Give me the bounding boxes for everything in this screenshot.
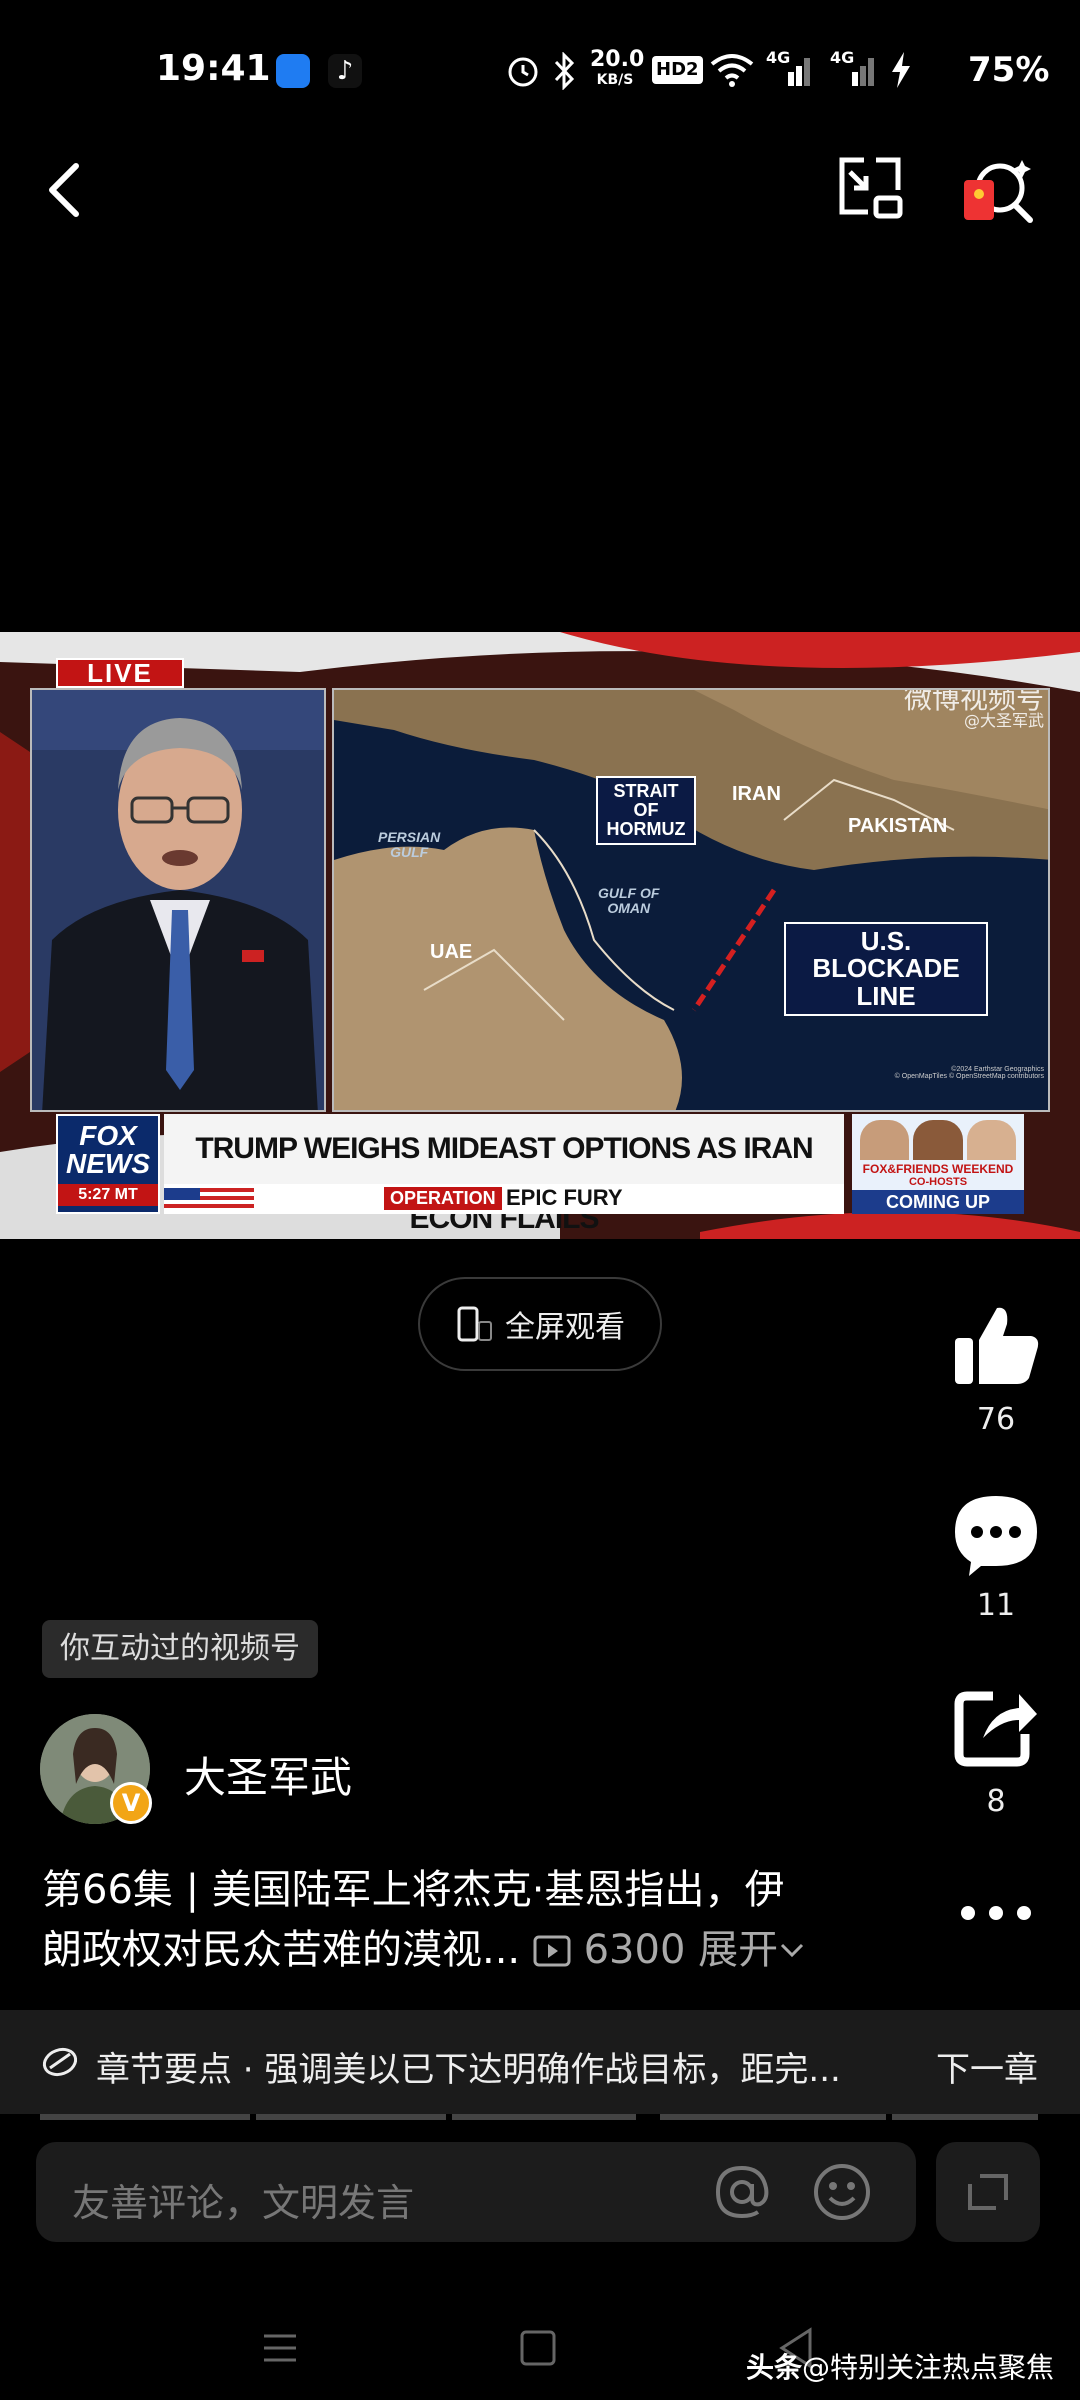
expand-icon [968,2174,1008,2210]
comment-bubble-icon [955,1496,1037,1576]
watermark-brand: 头条 [746,2351,803,2384]
persian-gulf-label: PERSIAN GULF [378,829,441,860]
verified-badge: V [110,1782,152,1824]
share-icon [954,1691,1037,1767]
top-nav [0,140,1080,240]
strait-of-hormuz-label: STRAIT OF HORMUZ [596,776,696,845]
battery-level: 75% [968,50,1050,90]
comment-button[interactable]: 11 [936,1492,1056,1623]
pakistan-label: PAKISTAN [848,815,948,837]
blockade-line-label: U.S. BLOCKADE LINE [784,922,988,1016]
home-icon[interactable] [518,2328,558,2368]
chapter-progress-5[interactable] [892,2114,1038,2120]
shield-app-icon [276,54,310,88]
anchor-figure [32,690,324,1110]
live-badge: LIVE [56,658,184,688]
chapter-bar[interactable]: 章节要点 · 强调美以已下达明确作战目标，距完... 下一章 [0,2010,1080,2114]
chapter-text: 章节要点 · 强调美以已下达明确作战目标，距完... [96,2050,841,2090]
share-button[interactable]: 8 [936,1688,1056,1819]
tiktok-app-icon: ♪ [328,54,362,88]
alarm-icon [508,57,538,87]
share-count: 8 [986,1784,1006,1819]
red-packet-search-icon[interactable] [960,154,1034,228]
play-count-icon [533,1935,571,1967]
mention-icon[interactable] [712,2162,772,2222]
anchor-panel [30,688,326,1112]
expand-button[interactable]: 展开 [698,1927,806,1973]
expand-comment-button[interactable] [936,2142,1040,2242]
chapter-progress-2[interactable] [256,2114,446,2120]
description-line-2: 朗政权对民众苦难的漠视... 6300 展开 [42,1920,832,1980]
chapter-key-points-icon [42,2047,78,2077]
signal-4g-icon-2: 4G [830,48,880,88]
operation-tag: OPERATION [384,1187,502,1210]
picture-in-picture-icon[interactable] [836,154,906,224]
back-icon[interactable] [40,160,90,220]
iran-label: IRAN [732,783,781,805]
status-bar: 19:41 ♪ 20.0 KB/S HD2 4G 4G 75% [0,0,1080,140]
wifi-icon [710,54,754,87]
video-player[interactable]: LIVE STRAIT OF HORMUZ IRAN PAKISTAN PERS… [0,632,1080,1239]
description-line-1: 第66集 | 美国陆军上将杰克·基恩指出，伊 [42,1867,785,1913]
map-terrain [334,690,1048,1110]
view-count: 6300 [583,1927,686,1973]
charging-icon [892,52,910,88]
menu-icon[interactable] [260,2328,300,2368]
chapter-progress-4[interactable] [660,2114,886,2120]
video-description[interactable]: 第66集 | 美国陆军上将杰克·基恩指出，伊 朗政权对民众苦难的漠视... 63… [42,1860,832,1980]
headline-text: TRUMP WEIGHS MIDEAST OPTIONS AS IRAN ECO… [164,1114,844,1235]
map-panel: STRAIT OF HORMUZ IRAN PAKISTAN PERSIAN G… [332,688,1050,1112]
promo-cta: COMING UP [852,1190,1024,1214]
fullscreen-button[interactable]: 全屏观看 [418,1277,662,1371]
comment-count: 11 [976,1588,1016,1623]
operation-bar: OPERATION EPIC FURY [164,1184,844,1214]
interaction-tag: 你互动过的视频号 [42,1620,318,1678]
next-chapter-button[interactable]: 下一章 [936,2042,1038,2091]
views: 6300 [533,1927,698,1973]
news-chyron: FOX NEWS 5:27 MT TRUMP WEIGHS MIDEAST OP… [56,1114,1024,1235]
watermark-handle: @特别关注热点聚焦 [802,2351,1055,2384]
rotate-phone-icon [457,1306,492,1342]
promo-sub: CO-HOSTS [908,1176,968,1188]
map-credit: ©2024 Earthstar Geographics © OpenMapTil… [894,1066,1044,1081]
toutiao-watermark: 头条@特别关注热点聚焦 [746,2346,1054,2386]
weibo-watermark: 微博视频号 @大圣军武 [903,688,1044,731]
like-count: 76 [976,1402,1016,1437]
operation-name: EPIC FURY [506,1185,623,1210]
thumbs-up-icon [955,1307,1039,1384]
fox-friends-promo: FOX&FRIENDS WEEKEND CO-HOSTS COMING UP [852,1114,1024,1214]
like-button[interactable]: 76 [936,1302,1056,1437]
chapter-progress-1[interactable] [40,2114,250,2120]
comment-input[interactable]: 友善评论，文明发言 [36,2142,916,2242]
chapter-progress-3[interactable] [452,2114,636,2120]
status-time: 19:41 [156,48,271,89]
promo-title: FOX&FRIENDS WEEKEND [862,1162,1014,1176]
fullscreen-label: 全屏观看 [505,1310,625,1345]
chevron-down-icon [781,1943,804,1958]
more-dots-icon [961,1906,1031,1920]
signal-4g-icon-1: 4G [766,48,816,88]
hd-badge: HD2 [652,56,703,84]
more-button[interactable] [936,1896,1056,1931]
uae-label: UAE [430,941,473,963]
gulf-of-oman-label: GULF OF OMAN [598,885,660,916]
fox-news-logo: FOX NEWS 5:27 MT [56,1114,160,1214]
bluetooth-icon [554,52,575,90]
comment-placeholder: 友善评论，文明发言 [72,2181,415,2225]
net-speed: 20.0 KB/S [590,47,645,89]
emoji-icon[interactable] [812,2162,872,2222]
author-name[interactable]: 大圣军武 [184,1744,352,1805]
